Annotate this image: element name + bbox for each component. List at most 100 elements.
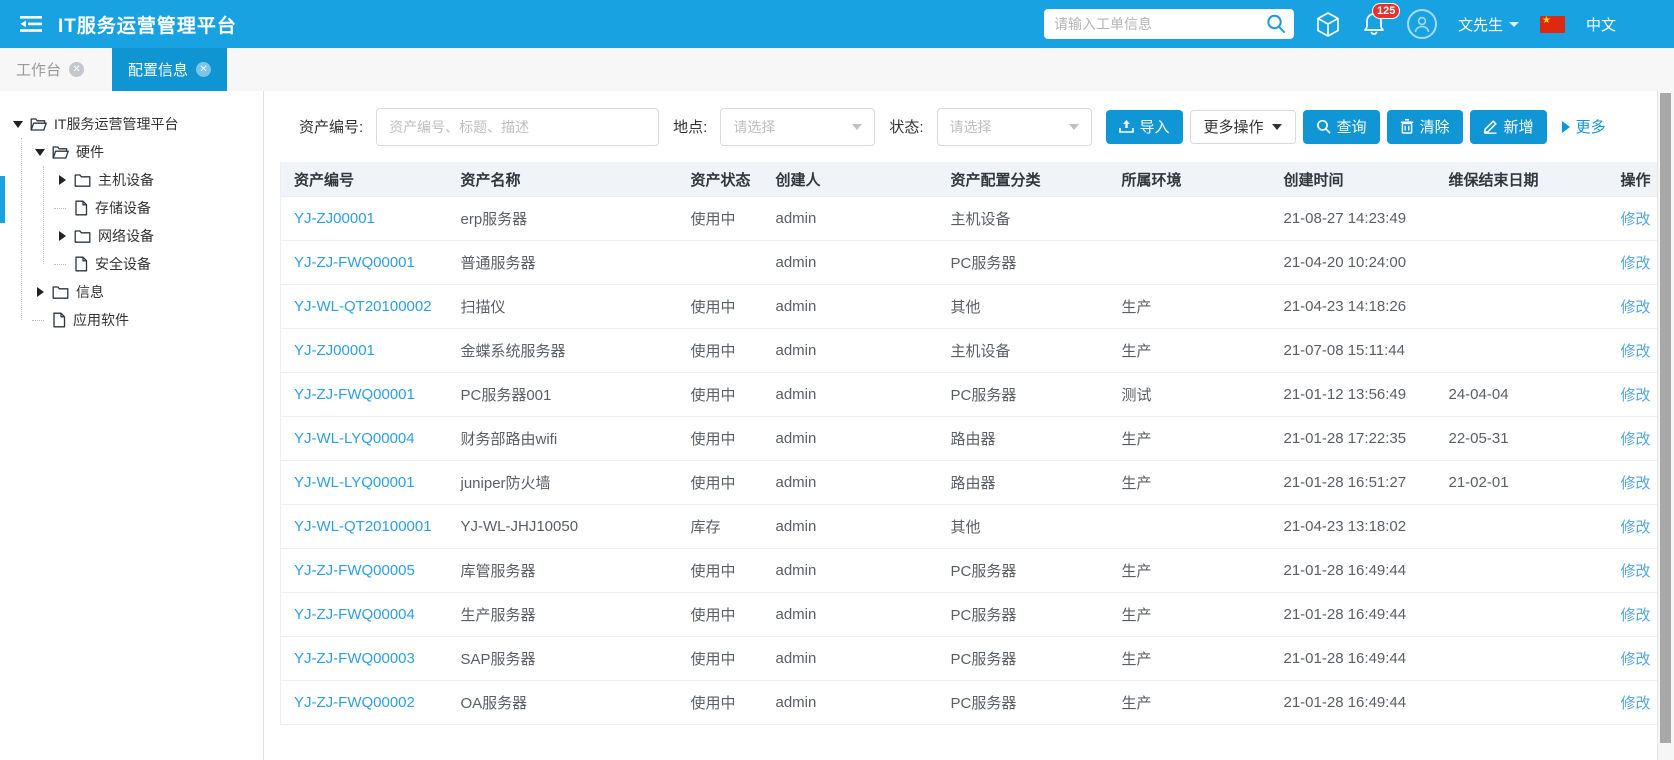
modify-link[interactable]: 修改 bbox=[1621, 211, 1651, 228]
created-time-cell: 21-04-23 14:18:26 bbox=[1271, 285, 1436, 329]
table-row: YJ-WL-LYQ00001juniper防火墙使用中admin路由器生产21-… bbox=[281, 461, 1659, 505]
column-header: 资产名称 bbox=[448, 162, 678, 197]
user-menu[interactable]: 文先生 bbox=[1458, 14, 1519, 35]
column-header: 所属环境 bbox=[1109, 162, 1271, 197]
more-link[interactable]: 更多 bbox=[1562, 116, 1606, 137]
location-select[interactable]: 请选择 bbox=[720, 108, 875, 146]
notification-count-badge: 125 bbox=[1372, 3, 1400, 19]
tree-item[interactable]: IT服务运营管理平台 bbox=[0, 110, 263, 138]
file-icon bbox=[74, 200, 88, 216]
folder-icon bbox=[74, 229, 91, 244]
column-header: 创建人 bbox=[763, 162, 938, 197]
modify-link[interactable]: 修改 bbox=[1621, 431, 1651, 448]
tree-connector bbox=[54, 208, 66, 209]
asset-category-cell: 路由器 bbox=[938, 461, 1109, 505]
tree-item[interactable]: 应用软件 bbox=[0, 306, 263, 334]
creator-cell: admin bbox=[763, 681, 938, 725]
tab-config-info[interactable]: 配置信息✕ bbox=[112, 48, 227, 91]
modify-link[interactable]: 修改 bbox=[1621, 651, 1651, 668]
modify-link[interactable]: 修改 bbox=[1621, 475, 1651, 492]
tree-item[interactable]: 信息 bbox=[0, 278, 263, 306]
asset-category-cell: 主机设备 bbox=[938, 197, 1109, 241]
clear-button[interactable]: 清除 bbox=[1387, 110, 1463, 144]
created-time-cell: 21-01-28 17:22:35 bbox=[1271, 417, 1436, 461]
operations-cell: 修改报废 bbox=[1608, 681, 1659, 725]
maintenance-end-date-cell bbox=[1436, 197, 1608, 241]
modify-link[interactable]: 修改 bbox=[1621, 255, 1651, 272]
tree-item[interactable]: 安全设备 bbox=[0, 250, 263, 278]
modify-link[interactable]: 修改 bbox=[1621, 387, 1651, 404]
tab-workbench[interactable]: 工作台✕ bbox=[0, 48, 100, 91]
modify-link[interactable]: 修改 bbox=[1621, 343, 1651, 360]
asset-name-cell: erp服务器 bbox=[448, 197, 678, 241]
tree-connector bbox=[54, 264, 66, 265]
tree-item-label: 存储设备 bbox=[95, 198, 151, 218]
close-icon[interactable]: ✕ bbox=[196, 62, 211, 77]
asset-id-link[interactable]: YJ-ZJ-FWQ00004 bbox=[294, 606, 415, 623]
modify-link[interactable]: 修改 bbox=[1621, 299, 1651, 316]
asset-id-link[interactable]: YJ-WL-QT20100002 bbox=[294, 298, 432, 315]
tree-item[interactable]: 网络设备 bbox=[0, 222, 263, 250]
caret-down-icon[interactable] bbox=[35, 149, 45, 156]
search-icon[interactable] bbox=[1265, 13, 1287, 40]
modify-link[interactable]: 修改 bbox=[1621, 607, 1651, 624]
scrollbar-thumb[interactable] bbox=[1660, 93, 1671, 743]
asset-category-cell: 主机设备 bbox=[938, 329, 1109, 373]
close-icon[interactable]: ✕ bbox=[69, 62, 84, 77]
query-button[interactable]: 查询 bbox=[1303, 110, 1380, 144]
asset-id-link[interactable]: YJ-ZJ-FWQ00003 bbox=[294, 650, 415, 667]
caret-down-icon[interactable] bbox=[13, 121, 23, 128]
avatar[interactable] bbox=[1407, 9, 1437, 39]
maintenance-end-date-cell bbox=[1436, 329, 1608, 373]
add-button[interactable]: 新增 bbox=[1470, 110, 1547, 144]
vertical-scrollbar[interactable] bbox=[1657, 91, 1674, 760]
asset-id-link-cell: YJ-ZJ00001 bbox=[281, 197, 448, 241]
asset-id-link[interactable]: YJ-ZJ00001 bbox=[294, 210, 375, 227]
column-header: 创建时间 bbox=[1271, 162, 1436, 197]
asset-id-input[interactable] bbox=[376, 108, 659, 146]
folder-open-icon bbox=[52, 145, 69, 160]
asset-id-link[interactable]: YJ-ZJ00001 bbox=[294, 342, 375, 359]
asset-id-link[interactable]: YJ-WL-LYQ00004 bbox=[294, 430, 415, 447]
dropdown-caret-icon bbox=[1509, 22, 1519, 27]
asset-id-link[interactable]: YJ-ZJ-FWQ00001 bbox=[294, 386, 415, 403]
collapse-menu-icon[interactable] bbox=[18, 11, 44, 37]
column-header: 操作 bbox=[1608, 162, 1659, 197]
asset-id-link[interactable]: YJ-ZJ-FWQ00002 bbox=[294, 694, 415, 711]
asset-category-cell: PC服务器 bbox=[938, 373, 1109, 417]
caret-right-icon[interactable] bbox=[59, 231, 66, 241]
creator-cell: admin bbox=[763, 461, 938, 505]
asset-status-cell: 使用中 bbox=[678, 681, 763, 725]
sidebar: IT服务运营管理平台硬件主机设备存储设备网络设备安全设备信息应用软件 bbox=[0, 91, 264, 760]
asset-status-cell: 使用中 bbox=[678, 461, 763, 505]
cube-icon[interactable] bbox=[1315, 11, 1341, 38]
import-button[interactable]: 导入 bbox=[1106, 110, 1183, 144]
folder-icon bbox=[74, 173, 91, 188]
operations-cell: 修改报废 bbox=[1608, 593, 1659, 637]
upload-icon bbox=[1119, 119, 1134, 134]
asset-id-link[interactable]: YJ-ZJ-FWQ00001 bbox=[294, 254, 415, 271]
operations-cell: 修改报废 bbox=[1608, 329, 1659, 373]
maintenance-end-date-cell: 22-05-31 bbox=[1436, 417, 1608, 461]
language-switcher[interactable]: 中文 bbox=[1586, 14, 1616, 35]
maintenance-end-date-cell bbox=[1436, 241, 1608, 285]
tree-item[interactable]: 主机设备 bbox=[0, 166, 263, 194]
asset-id-link[interactable]: YJ-WL-QT20100001 bbox=[294, 518, 432, 535]
modify-link[interactable]: 修改 bbox=[1621, 695, 1651, 712]
notifications-bell-icon[interactable]: 125 bbox=[1362, 11, 1386, 37]
table-row: YJ-ZJ-FWQ00002OA服务器使用中adminPC服务器生产21-01-… bbox=[281, 681, 1659, 725]
caret-right-icon[interactable] bbox=[59, 175, 66, 185]
status-select[interactable]: 请选择 bbox=[937, 108, 1092, 146]
asset-id-link-cell: YJ-WL-LYQ00001 bbox=[281, 461, 448, 505]
modify-link[interactable]: 修改 bbox=[1621, 563, 1651, 580]
caret-right-icon[interactable] bbox=[37, 287, 44, 297]
modify-link[interactable]: 修改 bbox=[1621, 519, 1651, 536]
column-header: 资产配置分类 bbox=[938, 162, 1109, 197]
tree-item[interactable]: 硬件 bbox=[0, 138, 263, 166]
asset-category-cell: PC服务器 bbox=[938, 241, 1109, 285]
asset-id-link[interactable]: YJ-WL-LYQ00001 bbox=[294, 474, 415, 491]
asset-id-link[interactable]: YJ-ZJ-FWQ00005 bbox=[294, 562, 415, 579]
workorder-search-input[interactable] bbox=[1044, 9, 1294, 39]
more-operations-button[interactable]: 更多操作 bbox=[1190, 110, 1296, 144]
tree-item[interactable]: 存储设备 bbox=[0, 194, 263, 222]
